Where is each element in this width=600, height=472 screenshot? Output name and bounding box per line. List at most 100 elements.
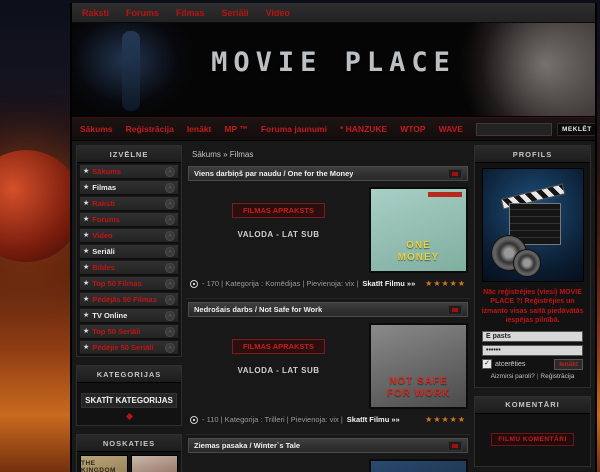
movie-title-bar[interactable]: Viens darbiņš par naudu / One for the Mo… [188, 166, 468, 181]
film-description-button[interactable]: FILMAS APRAKSTS [232, 203, 325, 218]
mainnav-item-ien-kt[interactable]: Ienākt [187, 124, 212, 134]
star-icon: ★ [83, 232, 90, 239]
star-icon: ★ [83, 280, 90, 287]
poster-title: ONE MONEY [397, 240, 440, 263]
red-marker-icon [448, 168, 462, 179]
arrow-circle-icon: › [165, 326, 175, 337]
sidebar-item-label: Top 50 Seriāli [92, 327, 141, 336]
movie-title-bar[interactable]: Nedrošais darbs / Not Safe for Work [188, 302, 468, 317]
movie-title-bar[interactable]: Ziemas pasaka / Winter`s Tale [188, 438, 468, 453]
sidebar-item-filmas[interactable]: ★ Filmas › [79, 180, 179, 195]
sidebar-item-p-d-j-s-50-filmas[interactable]: ★ Pēdējās 50 Filmas › [79, 292, 179, 307]
mainnav-item-re-istr-cija[interactable]: Reģistrācija [126, 124, 174, 134]
remember-checkbox[interactable]: ✓ [482, 359, 492, 370]
topnav-item-forums[interactable]: Forums [126, 8, 159, 18]
red-marker-icon [448, 440, 462, 451]
site-wrapper: Raksti Forums Filmas Seriāli Video MOVIE PLA… [70, 3, 597, 472]
star-icon: ★ [83, 296, 90, 303]
movie-meta: - 110 | Kategorija : Trilleri | Pievieno… [202, 415, 343, 424]
film-comments-button[interactable]: FILMU KOMENTĀRI [491, 433, 574, 447]
arrow-circle-icon: › [165, 246, 175, 257]
star-icon: ★ [83, 264, 90, 271]
movie-poster[interactable]: NOT SAFE FOR WORK [369, 323, 468, 409]
film-reel-icon [512, 249, 541, 277]
sidebar-item-bildes[interactable]: ★ Bildes › [79, 260, 179, 275]
password-field[interactable] [482, 344, 583, 356]
sidebar-item-forums[interactable]: ★ Forums › [79, 212, 179, 227]
movie-poster[interactable]: WINTER'S TALE [369, 459, 468, 472]
bullet-icon [190, 415, 198, 424]
mainnav-item-s-kums[interactable]: Sākums [80, 124, 113, 134]
topnav-item-raksti[interactable]: Raksti [82, 8, 109, 18]
email-field[interactable] [482, 330, 583, 342]
comments-box-title: KOMENTĀRI [475, 396, 590, 414]
link-separator: | [536, 372, 539, 380]
site-logo: MOVIE PLACE [211, 47, 456, 78]
search-input[interactable] [475, 122, 552, 136]
menu-list: ★ Sākums › ★ Filmas › ★ Raksti › ★ Forum… [77, 164, 181, 355]
breadcrumb: Sākums » Filmas [192, 150, 254, 159]
movie-title: Nedrošais darbs / Not Safe for Work [194, 305, 323, 314]
categories-box-title: KATEGORIJAS [77, 366, 181, 383]
movie-body: FILMAS APRAKSTS VALODA - LAT SUB NOT SAF… [186, 321, 470, 412]
arrow-circle-icon: › [165, 310, 175, 321]
watch-film-link[interactable]: Skatīt Filmu »» [347, 415, 400, 424]
sidebar-item-label: Pēdējie 50 Seriāli [92, 343, 154, 352]
sidebar-item-video[interactable]: ★ Video › [79, 228, 179, 243]
mainnav-item-hanzuke[interactable]: * HANZUKE [340, 124, 387, 134]
forgot-password-link[interactable]: Aizmirsi paroli? [491, 373, 535, 380]
sidebar-item-top-50-seri-li[interactable]: ★ Top 50 Seriāli › [79, 324, 179, 339]
rating-stars[interactable]: ★★★★★ [425, 415, 466, 424]
main-navigation-links: Sākums Reģistrācija Ienākt MP ™ Foruma jaunu… [80, 124, 463, 134]
star-icon: ★ [83, 312, 90, 319]
clapperboard-image[interactable] [481, 168, 584, 282]
login-button[interactable]: Ienākt [554, 358, 583, 370]
sidebar-item-p-d-jie-50-seri-li[interactable]: ★ Pēdējie 50 Seriāli › [79, 340, 179, 355]
sidebar-item-s-kums[interactable]: ★ Sākums › [79, 164, 179, 179]
sidebar-item-seri-li[interactable]: ★ Seriāli › [79, 244, 179, 259]
movie-entry: Ziemas pasaka / Winter`s Tale FILMAS APR… [186, 434, 470, 472]
arrow-circle-icon: › [165, 342, 175, 353]
movie-body: FILMAS APRAKSTS VALODA - LAT SUB ONE MONE… [186, 185, 470, 276]
mainnav-item-foruma-jaunumi[interactable]: Foruma jaunumi [261, 124, 327, 134]
topnav-item-video[interactable]: Video [266, 8, 290, 18]
watch-poster[interactable] [130, 455, 178, 472]
movie-entry: Nedrošais darbs / Not Safe for Work FILM… [186, 298, 470, 429]
mainnav-item-wtop[interactable]: WTOP [400, 124, 425, 134]
sidebar-item-tv-online[interactable]: ★ TV Online › [79, 308, 179, 323]
star-icon: ★ [83, 328, 90, 335]
topnav-item-seri-li[interactable]: Seriāli [222, 8, 249, 18]
movie-meta: - 170 | Kategorija : Komēdijas | Pievien… [202, 279, 359, 288]
left-sidebar: IZVĒLNE ★ Sākums › ★ Filmas › ★ Raksti ›… [76, 145, 182, 472]
rating-stars[interactable]: ★★★★★ [425, 279, 466, 288]
mainnav-item-wave[interactable]: WAVE [439, 124, 463, 134]
search-button[interactable]: MEKLĒT [556, 122, 595, 136]
watch-film-link[interactable]: Skatīt Filmu »» [362, 279, 415, 288]
topnav-item-filmas[interactable]: Filmas [176, 8, 205, 18]
film-description-button[interactable]: FILMAS APRAKSTS [232, 339, 325, 354]
profile-box: PROFILS Nāc reģistrējies (viesi) MOVIE P… [474, 145, 591, 388]
sidebar-item-label: Video [92, 231, 113, 240]
desktop-background: Raksti Forums Filmas Seriāli Video MOVIE PLA… [0, 0, 600, 472]
sidebar-item-top-50-filmas[interactable]: ★ Top 50 Filmas › [79, 276, 179, 291]
star-icon: ★ [83, 168, 90, 175]
movie-poster[interactable]: ONE MONEY [369, 187, 468, 273]
menu-box: IZVĒLNE ★ Sākums › ★ Filmas › ★ Raksti ›… [76, 145, 182, 357]
sidebar-item-label: Forums [92, 215, 120, 224]
movie-language: VALODA - LAT SUB [237, 366, 320, 375]
view-categories-link[interactable]: SKATĪT KATEGORIJAS [81, 393, 177, 408]
right-sidebar: PROFILS Nāc reģistrējies (viesi) MOVIE P… [474, 145, 591, 472]
arrow-circle-icon: › [165, 262, 175, 273]
watch-poster-title: THE KINGDOM [81, 460, 116, 472]
register-link[interactable]: Reģistrācija [540, 373, 574, 380]
movie-entry: Viens darbiņš par naudu / One for the Mo… [186, 166, 470, 293]
sidebar-item-raksti[interactable]: ★ Raksti › [79, 196, 179, 211]
register-invite-text: Nāc reģistrējies (viesi) MOVIE PLACE ?! … [481, 289, 584, 325]
red-marker-icon [448, 304, 462, 315]
arrow-circle-icon: › [165, 214, 175, 225]
mainnav-item-mp[interactable]: MP ™ [224, 124, 247, 134]
watch-poster[interactable]: THE KINGDOM [80, 455, 128, 472]
bullet-icon [190, 279, 198, 288]
star-icon: ★ [83, 344, 90, 351]
sidebar-item-label: TV Online [92, 311, 128, 320]
